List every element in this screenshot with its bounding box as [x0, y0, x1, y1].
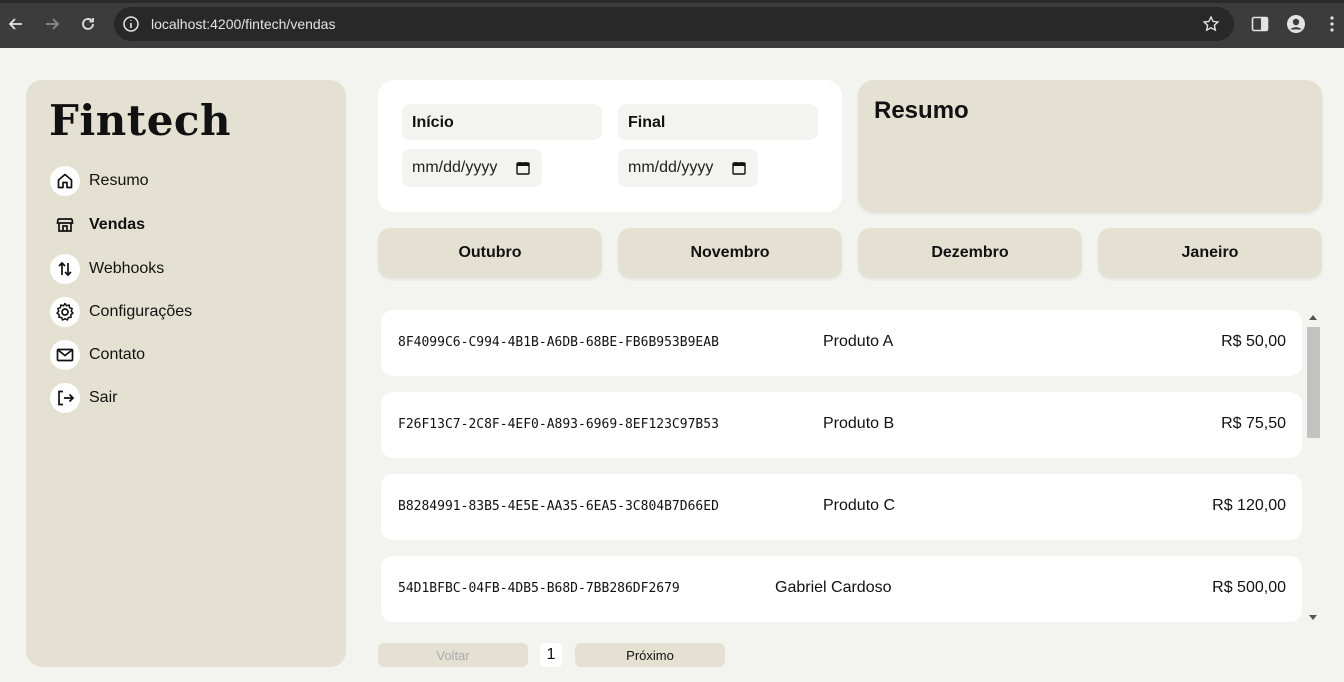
- site-info-icon[interactable]: [122, 15, 140, 33]
- reload-button[interactable]: [76, 12, 100, 36]
- sidebar-item-label: Configurações: [89, 303, 193, 320]
- sale-id: 54D1BFBC-04FB-4DB5-B68D-7BB286DF2679: [398, 581, 680, 596]
- back-button[interactable]: [4, 12, 28, 36]
- sales-list: 8F4099C6-C994-4B1B-A6DB-68BE-FB6B953B9EA…: [378, 310, 1322, 624]
- month-button-novembro[interactable]: Novembro: [618, 228, 842, 278]
- current-page-number: 1: [540, 643, 562, 667]
- previous-page-button[interactable]: Voltar: [378, 643, 528, 667]
- start-date-placeholder: mm/dd/yyyy: [412, 159, 498, 176]
- tab-strip: [0, 0, 1344, 3]
- arrow-left-icon: [8, 18, 22, 30]
- sale-name: Gabriel Cardoso: [775, 579, 892, 596]
- sidebar-item-label: Contato: [89, 346, 146, 363]
- sale-row[interactable]: 8F4099C6-C994-4B1B-A6DB-68BE-FB6B953B9EA…: [381, 310, 1302, 376]
- start-date-input[interactable]: mm/dd/yyyy: [402, 149, 542, 187]
- sale-name: Produto B: [823, 415, 895, 432]
- sidebar-item-label: Sair: [89, 389, 118, 406]
- sale-price: R$ 120,00: [1212, 497, 1286, 514]
- month-button-janeiro[interactable]: Janeiro: [1098, 228, 1322, 278]
- sale-price: R$ 75,50: [1221, 415, 1286, 432]
- browser-toolbar: localhost:4200/fintech/vendas: [0, 0, 1344, 48]
- next-page-button[interactable]: Próximo: [575, 643, 725, 667]
- month-button-outubro[interactable]: Outubro: [378, 228, 602, 278]
- calendar-icon[interactable]: [732, 161, 746, 175]
- month-button-dezembro[interactable]: Dezembro: [858, 228, 1082, 278]
- calendar-icon[interactable]: [516, 161, 530, 175]
- mail-icon: [50, 340, 80, 370]
- home-icon: [50, 166, 80, 196]
- sidebar-item-webhooks[interactable]: Webhooks: [50, 254, 164, 284]
- sidebar-item-sair[interactable]: Sair: [50, 383, 117, 413]
- menu-dots-icon[interactable]: [1322, 14, 1342, 34]
- sidebar-item-vendas[interactable]: Vendas: [50, 210, 145, 240]
- sidebar-item-label: Resumo: [89, 172, 149, 189]
- sidebar-item-resumo[interactable]: Resumo: [50, 166, 149, 196]
- sale-price: R$ 500,00: [1212, 579, 1286, 596]
- sale-price: R$ 50,00: [1221, 333, 1286, 350]
- sidebar-item-contato[interactable]: Contato: [50, 340, 145, 370]
- sidebar-item-label: Vendas: [89, 216, 146, 233]
- reload-icon: [82, 18, 94, 30]
- date-filter-card: Início mm/dd/yyyy Final mm/dd/yyyy: [378, 80, 842, 212]
- store-icon: [50, 210, 80, 240]
- arrow-right-icon: [46, 18, 60, 30]
- forward-button[interactable]: [40, 12, 64, 36]
- url-text: localhost:4200/fintech/vendas: [151, 16, 336, 32]
- sidebar-item-configuracoes[interactable]: Configurações: [50, 297, 192, 327]
- end-date-input[interactable]: mm/dd/yyyy: [618, 149, 758, 187]
- sale-row[interactable]: F26F13C7-2C8F-4EF0-A893-6969-8EF123C97B5…: [381, 392, 1302, 458]
- side-panel-icon[interactable]: [1250, 14, 1270, 34]
- sale-id: 8F4099C6-C994-4B1B-A6DB-68BE-FB6B953B9EA…: [398, 335, 719, 350]
- sale-id: F26F13C7-2C8F-4EF0-A893-6969-8EF123C97B5…: [398, 417, 719, 432]
- sale-row[interactable]: 54D1BFBC-04FB-4DB5-B68D-7BB286DF2679 Gab…: [381, 556, 1302, 622]
- list-scrollbar-thumb[interactable]: [1307, 327, 1320, 438]
- gear-icon: [50, 297, 80, 327]
- start-date-label: Início: [402, 104, 602, 140]
- sale-name: Produto C: [823, 497, 896, 514]
- bookmark-star-icon[interactable]: [1202, 15, 1220, 33]
- address-bar[interactable]: localhost:4200/fintech/vendas: [114, 7, 1234, 41]
- summary-title: Resumo: [874, 97, 969, 124]
- scroll-up-arrow-icon[interactable]: [1309, 315, 1317, 320]
- summary-card: Resumo: [858, 80, 1322, 212]
- sale-name: Produto A: [823, 333, 894, 350]
- end-date-placeholder: mm/dd/yyyy: [628, 159, 714, 176]
- logout-icon: [50, 383, 80, 413]
- swap-vertical-icon: [50, 254, 80, 284]
- app-logo: Fintech: [49, 96, 232, 145]
- profile-icon[interactable]: [1286, 14, 1306, 34]
- sale-id: B8284991-83B5-4E5E-AA35-6EA5-3C804B7D66E…: [398, 499, 719, 514]
- end-date-label: Final: [618, 104, 818, 140]
- sale-row[interactable]: B8284991-83B5-4E5E-AA35-6EA5-3C804B7D66E…: [381, 474, 1302, 540]
- scroll-down-arrow-icon[interactable]: [1309, 615, 1317, 620]
- sidebar-item-label: Webhooks: [89, 260, 165, 277]
- sidebar: Fintech Resumo Vendas Webhooks Configura…: [26, 80, 346, 667]
